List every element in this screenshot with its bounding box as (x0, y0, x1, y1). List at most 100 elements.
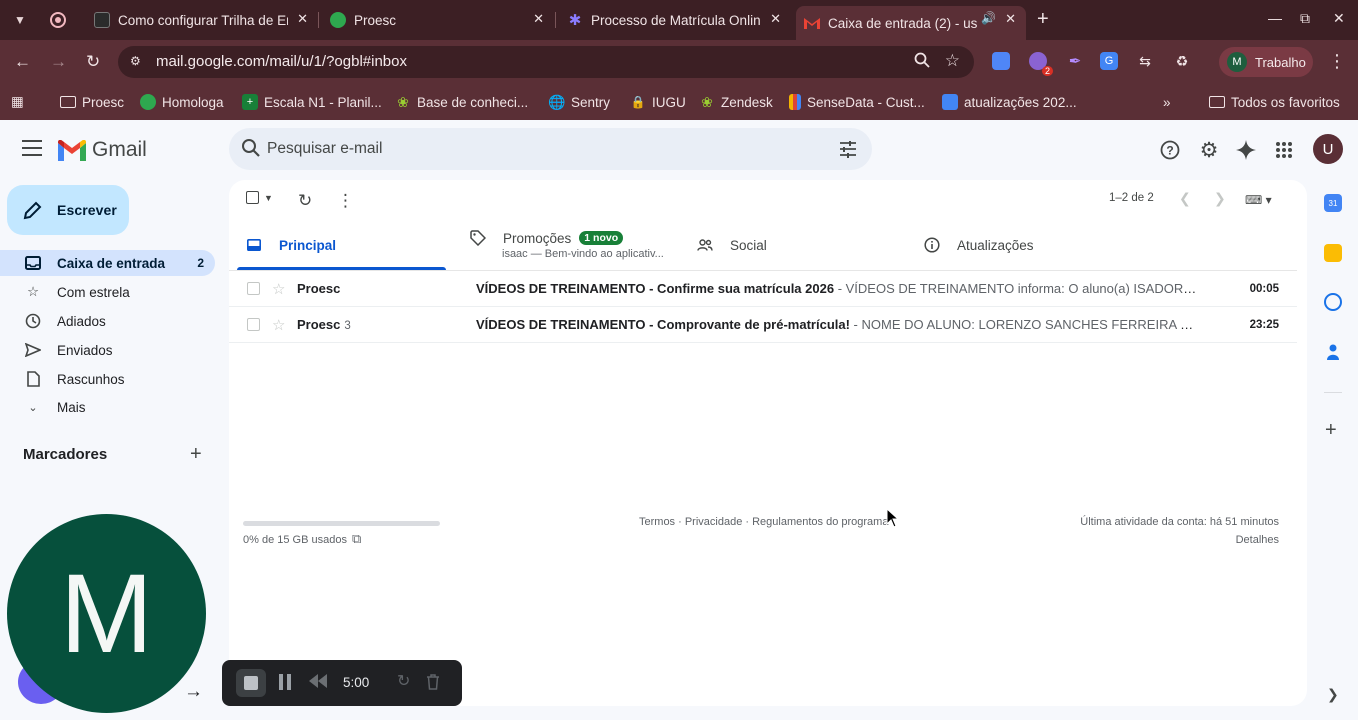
reload-icon[interactable]: ↻ (86, 52, 100, 72)
recording-tab-icon[interactable] (50, 12, 66, 28)
close-window-icon[interactable]: ✕ (1333, 10, 1345, 27)
table-row[interactable]: ☆ Proesc 3 VÍDEOS DE TREINAMENTO - Compro… (229, 307, 1297, 343)
open-in-new-icon[interactable]: ⧉ (352, 531, 361, 547)
proesc-favicon-icon (330, 12, 346, 28)
contacts-icon[interactable] (1324, 343, 1342, 361)
get-addons-icon[interactable]: + (1325, 420, 1337, 440)
more-actions-icon[interactable]: ⋮ (337, 191, 354, 211)
tab-trilha[interactable]: Como configurar Trilha de Ensino ✕ (94, 6, 314, 34)
tab-search-chevron-icon[interactable]: ▼ (8, 8, 32, 32)
address-bar[interactable]: ⚙ mail.google.com/mail/u/1/?ogbl#inbox ☆ (118, 46, 974, 78)
sidebar-item-snoozed[interactable]: Adiados (0, 308, 215, 334)
rewind-icon[interactable] (309, 674, 327, 693)
tab-gmail-inbox[interactable]: Caixa de entrada (2) - usuário 🔊 ✕ (796, 6, 1026, 40)
google-apps-icon[interactable] (1273, 139, 1295, 161)
storage-usage: 0% de 15 GB usados (243, 534, 347, 546)
site-info-icon[interactable]: ⚙ (130, 54, 146, 70)
inbox-tab-icon (245, 236, 263, 254)
sidebar-item-drafts[interactable]: Rascunhos (0, 366, 215, 392)
extension-badge-icon[interactable]: 2 (1029, 52, 1053, 76)
settings-gear-icon[interactable]: ⚙ (1198, 139, 1220, 162)
account-avatar[interactable]: U (1313, 134, 1343, 164)
table-row[interactable]: ☆ Proesc VÍDEOS DE TREINAMENTO - Confirm… (229, 271, 1297, 307)
main-menu-icon[interactable] (22, 140, 42, 161)
bookmark-zendesk[interactable]: ❀ Zendesk (699, 92, 773, 112)
gemini-sparkle-icon[interactable] (1235, 139, 1257, 161)
delete-icon[interactable] (426, 674, 440, 695)
back-icon[interactable]: ← (14, 52, 31, 72)
tab-principal[interactable]: Principal (245, 220, 336, 270)
bookmark-homologa[interactable]: Homologa (140, 92, 224, 112)
bookmark-star-icon[interactable]: ☆ (945, 51, 960, 71)
tab-atualizacoes[interactable]: Atualizações (923, 220, 1034, 270)
all-bookmarks[interactable]: Todos os favoritos (1209, 92, 1340, 112)
pause-icon[interactable] (278, 674, 292, 695)
email-sender: Proesc 3 (297, 317, 351, 332)
show-side-panel-icon[interactable]: ❯ (1327, 686, 1339, 703)
close-tab-icon[interactable]: ✕ (1005, 11, 1016, 27)
extension-sync-icon[interactable]: ⇆ (1136, 52, 1154, 70)
keep-icon[interactable] (1324, 244, 1342, 262)
star-icon[interactable]: ☆ (272, 316, 285, 334)
extensions-puzzle-icon[interactable]: ♻ (1173, 52, 1191, 70)
forward-icon[interactable]: → (50, 52, 67, 72)
close-tab-icon[interactable]: ✕ (297, 11, 308, 27)
promocoes-preview: isaac — Bem-vindo ao aplicativ... (502, 248, 664, 260)
select-all-checkbox[interactable]: ▼ (246, 191, 273, 204)
arrow-right-icon[interactable]: → (184, 681, 203, 703)
refresh-icon[interactable]: ↻ (298, 191, 312, 211)
bookmark-sentry[interactable]: 🌐 Sentry (548, 92, 610, 112)
address-url[interactable]: mail.google.com/mail/u/1/?ogbl#inbox (156, 53, 407, 70)
close-tab-icon[interactable]: ✕ (770, 11, 781, 27)
bookmark-base[interactable]: ❀ Base de conheci... (395, 92, 528, 112)
bookmark-escala[interactable]: + Escala N1 - Planil... (242, 92, 382, 112)
star-icon[interactable]: ☆ (272, 280, 285, 298)
extension-translate-icon[interactable]: G (1100, 52, 1118, 70)
search-input[interactable] (267, 138, 827, 160)
tab-divider (555, 12, 556, 28)
profile-chip[interactable]: M Trabalho (1219, 47, 1313, 77)
sidebar-item-more[interactable]: ⌄ Mais (0, 394, 215, 420)
tab-proesc[interactable]: Proesc ✕ (330, 6, 550, 34)
row-checkbox[interactable] (247, 282, 260, 295)
footer-links[interactable]: Termos · Privacidade · Regulamentos do p… (639, 516, 888, 528)
extension-pen-icon[interactable]: ✒ (1066, 52, 1084, 70)
add-label-icon[interactable]: + (190, 443, 202, 466)
tab-social[interactable]: Social (696, 220, 767, 270)
details-link[interactable]: Detalhes (1236, 534, 1279, 546)
stop-recording-button[interactable] (236, 669, 266, 697)
sidebar-item-starred[interactable]: ☆ Com estrela (0, 279, 215, 305)
search-icon[interactable] (241, 138, 261, 163)
extension-docs-icon[interactable] (992, 52, 1010, 70)
calendar-icon[interactable]: 31 (1324, 194, 1342, 212)
zoom-icon[interactable] (914, 52, 930, 72)
gmail-logo[interactable]: Gmail (58, 138, 147, 162)
tab-matricula[interactable]: ✱ Processo de Matrícula Online ✕ (567, 6, 787, 34)
bookmark-proesc[interactable]: Proesc (60, 92, 124, 112)
browser-menu-icon[interactable]: ⋮ (1328, 52, 1346, 70)
search-bar[interactable] (229, 128, 872, 170)
minimize-icon[interactable]: — (1268, 10, 1282, 26)
bookmark-iugu[interactable]: 🔒 IUGU (630, 92, 686, 112)
restart-icon[interactable]: ↻ (397, 671, 410, 691)
sidebar-item-sent[interactable]: Enviados (0, 337, 215, 363)
bookmark-sensedata[interactable]: SenseData - Cust... (789, 92, 925, 112)
close-tab-icon[interactable]: ✕ (533, 11, 544, 27)
apps-grid-icon[interactable]: ▦ (11, 92, 24, 112)
restore-icon[interactable]: ⧉ (1300, 10, 1310, 27)
search-options-icon[interactable] (838, 139, 858, 164)
row-checkbox[interactable] (247, 318, 260, 331)
sidebar-item-inbox[interactable]: Caixa de entrada 2 (0, 250, 215, 276)
tasks-icon[interactable] (1324, 293, 1342, 311)
more-bookmarks-icon[interactable]: » (1163, 92, 1171, 112)
bookmark-atualizacoes[interactable]: atualizações 202... (942, 92, 1077, 112)
webcam-bubble[interactable]: M (7, 514, 206, 713)
previous-page-icon[interactable]: ❮ (1179, 190, 1191, 207)
caret-down-icon[interactable]: ▼ (264, 193, 273, 203)
next-page-icon[interactable]: ❯ (1214, 190, 1226, 207)
audio-playing-icon[interactable]: 🔊 (981, 11, 996, 25)
compose-button[interactable]: Escrever (7, 185, 129, 235)
new-tab-button[interactable]: + (1037, 8, 1049, 30)
help-icon[interactable]: ? (1159, 139, 1181, 161)
input-tools-keyboard-icon[interactable]: ⌨ ▾ (1245, 193, 1272, 207)
